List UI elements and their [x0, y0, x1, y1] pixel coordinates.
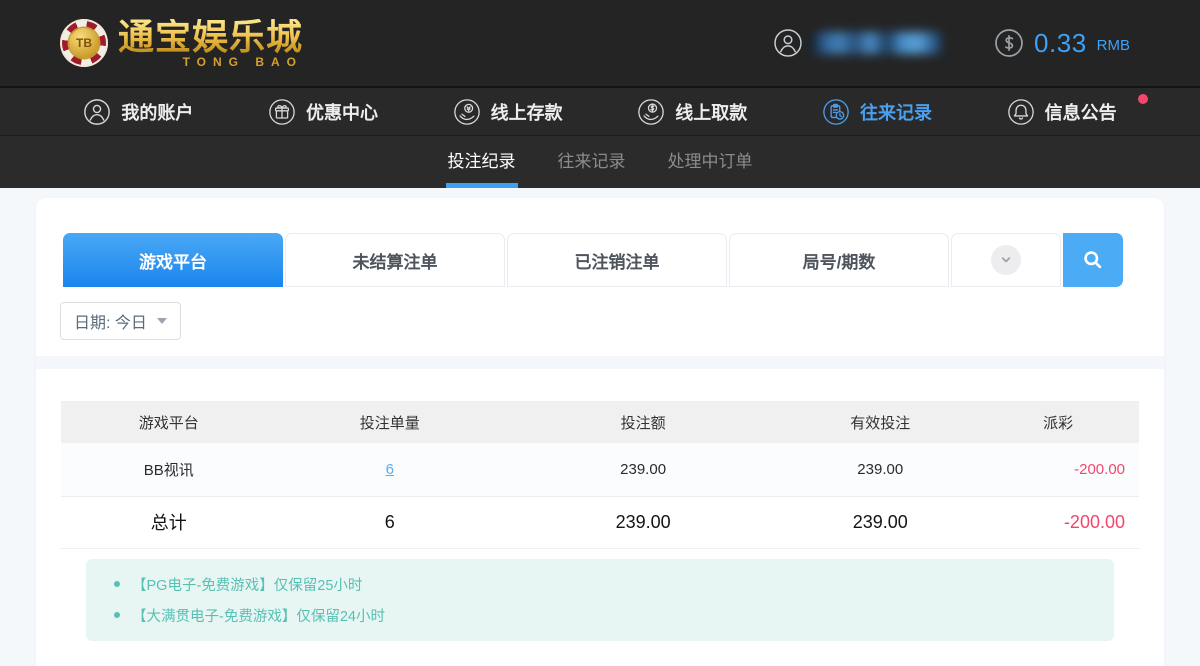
- bullet-dot-icon: [114, 581, 120, 587]
- filter-tabs: 游戏平台 未结算注单 已注销注单 局号/期数: [63, 233, 1137, 287]
- bet-summary-section: 游戏平台 投注单量 投注额 有效投注 派彩 BB视讯 6 239.00 239.…: [36, 369, 1164, 641]
- nav-label: 我的账户: [121, 99, 193, 125]
- col-header-valid-bet: 有效投注: [783, 401, 977, 443]
- col-header-bet-count: 投注单量: [277, 401, 503, 443]
- total-valid-bet: 239.00: [783, 496, 977, 548]
- withdraw-icon: [637, 98, 665, 126]
- brand-name: 通宝娱乐城: [118, 19, 303, 55]
- casino-chip-logo-icon: TB: [60, 19, 108, 67]
- nav-item-announcements[interactable]: 信息公告: [1007, 98, 1117, 126]
- retention-notes: 【PG电子-免费游戏】仅保留25小时 【大满贯电子-免费游戏】仅保留24小时: [86, 559, 1114, 641]
- balance[interactable]: 0.33 RMB: [994, 28, 1130, 59]
- search-button[interactable]: [1063, 233, 1123, 287]
- brand-latin-name: TONG BAO: [118, 56, 303, 68]
- sub-nav: 投注纪录 往来记录 处理中订单: [0, 136, 1200, 188]
- nav-label: 信息公告: [1045, 99, 1117, 125]
- bet-count-link[interactable]: 6: [386, 461, 394, 478]
- cell-bet-count: 6: [277, 443, 503, 496]
- tab-round-number[interactable]: 局号/期数: [729, 233, 949, 287]
- nav-label: 优惠中心: [306, 99, 378, 125]
- tabs-dropdown[interactable]: [951, 233, 1061, 287]
- note-item: 【PG电子-免费游戏】仅保留25小时: [86, 569, 1114, 600]
- col-header-platform: 游戏平台: [61, 401, 277, 443]
- tab-cancelled-bets[interactable]: 已注销注单: [507, 233, 727, 287]
- col-header-payout: 派彩: [977, 401, 1139, 443]
- nav-label: 线上存款: [491, 99, 563, 125]
- chip-monogram: TB: [69, 28, 99, 58]
- user-area: [773, 28, 942, 58]
- table-header-row: 游戏平台 投注单量 投注额 有效投注 派彩: [61, 401, 1139, 443]
- bet-summary-table: 游戏平台 投注单量 投注额 有效投注 派彩 BB视讯 6 239.00 239.…: [61, 401, 1139, 549]
- total-bet-amount: 239.00: [503, 496, 783, 548]
- note-text: 【PG电子-免费游戏】仅保留25小时: [132, 574, 362, 595]
- note-item: 【大满贯电子-免费游戏】仅保留24小时: [86, 600, 1114, 631]
- tab-game-platform[interactable]: 游戏平台: [63, 233, 283, 287]
- user-icon: [83, 98, 111, 126]
- bullet-dot-icon: [114, 612, 120, 618]
- subtab-bet-records[interactable]: 投注纪录: [446, 136, 518, 188]
- search-icon: [1080, 247, 1106, 273]
- cell-valid-bet: 239.00: [783, 443, 977, 496]
- table-total-row: 总计 6 239.00 239.00 -200.00: [61, 496, 1139, 548]
- total-payout: -200.00: [977, 496, 1139, 548]
- nav-item-transaction-records[interactable]: 往来记录: [822, 98, 932, 126]
- deposit-icon: [453, 98, 481, 126]
- chevron-down-icon: [995, 249, 1017, 271]
- username-blurred[interactable]: [810, 32, 942, 54]
- balance-currency: RMB: [1097, 37, 1130, 54]
- cell-payout: -200.00: [977, 443, 1139, 496]
- nav-item-deposit[interactable]: 线上存款: [453, 98, 563, 126]
- main-nav: 我的账户 优惠中心 线上存款 线上取款: [0, 88, 1200, 136]
- table-row: BB视讯 6 239.00 239.00 -200.00: [61, 443, 1139, 496]
- tab-unsettled-bets[interactable]: 未结算注单: [285, 233, 505, 287]
- balance-amount: 0.33: [1034, 28, 1087, 59]
- note-text: 【大满贯电子-免费游戏】仅保留24小时: [132, 605, 385, 626]
- date-filter-dropdown[interactable]: 日期: 今日: [60, 302, 181, 340]
- chevron-circle: [991, 245, 1021, 275]
- section-divider: [36, 356, 1164, 369]
- brand-logo[interactable]: TB 通宝娱乐城 TONG BAO: [60, 19, 303, 68]
- nav-item-withdraw[interactable]: 线上取款: [637, 98, 747, 126]
- cell-platform: BB视讯: [61, 443, 277, 496]
- user-avatar-icon: [773, 28, 803, 58]
- subtab-transaction-records[interactable]: 往来记录: [556, 136, 628, 188]
- coin-dollar-icon: [994, 28, 1024, 58]
- nav-label: 往来记录: [860, 99, 932, 125]
- content-card: 游戏平台 未结算注单 已注销注单 局号/期数 日期: 今日: [36, 198, 1164, 666]
- bell-icon: [1007, 98, 1035, 126]
- nav-label: 线上取款: [675, 99, 747, 125]
- records-icon: [822, 98, 850, 126]
- notification-dot: [1138, 94, 1148, 104]
- subtab-processing-orders[interactable]: 处理中订单: [666, 136, 755, 188]
- col-header-bet-amount: 投注额: [503, 401, 783, 443]
- gift-icon: [268, 98, 296, 126]
- nav-item-my-account[interactable]: 我的账户: [83, 98, 193, 126]
- cell-bet-amount: 239.00: [503, 443, 783, 496]
- nav-item-promotions[interactable]: 优惠中心: [268, 98, 378, 126]
- date-filter-label: 日期: 今日: [74, 309, 147, 333]
- top-header: TB 通宝娱乐城 TONG BAO 0.33 RMB: [0, 0, 1200, 88]
- total-label: 总计: [61, 496, 277, 548]
- brand-text: 通宝娱乐城 TONG BAO: [118, 19, 303, 68]
- caret-down-icon: [157, 318, 167, 324]
- date-filter-row: 日期: 今日: [36, 287, 1164, 356]
- total-bet-count: 6: [277, 496, 503, 548]
